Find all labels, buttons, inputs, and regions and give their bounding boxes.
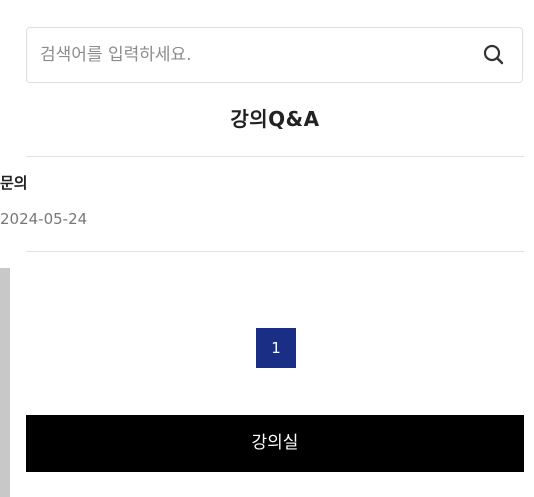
search-box [26,27,523,83]
pagination-page-current[interactable]: 1 [256,328,296,368]
search-icon[interactable] [480,41,508,69]
search-input[interactable] [40,28,460,82]
classroom-button[interactable]: 강의실 [26,415,524,472]
page-title: 강의Q&A [230,107,320,131]
scrollbar-track [0,268,10,497]
list-item[interactable]: 문의 2024-05-24 [0,158,524,250]
divider [26,156,524,157]
post-title: 문의 [0,174,28,192]
post-date: 2024-05-24 [0,210,88,228]
divider [26,251,524,252]
page: 강의Q&A 문의 2024-05-24 1 강의실 [0,0,534,497]
